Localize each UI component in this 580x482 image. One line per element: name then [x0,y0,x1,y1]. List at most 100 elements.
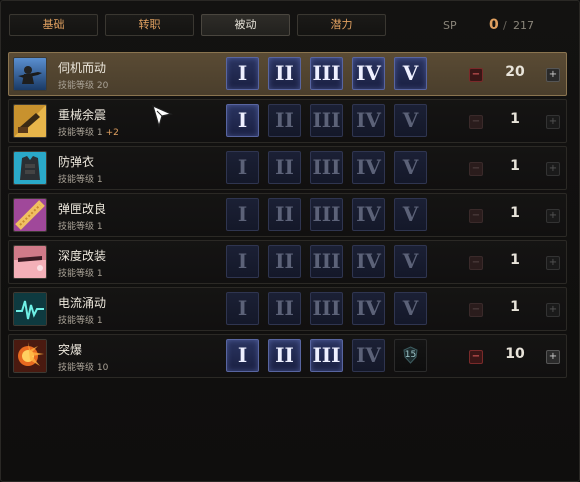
increase-level-button[interactable]: + [546,68,560,82]
skill-row[interactable]: 伺机而动 技能等级 20 I II III IV V −20 + [8,52,567,96]
skill-level-count: 1 [510,252,520,268]
tier-button[interactable]: V [394,245,427,278]
tier-button[interactable]: II [268,104,301,137]
skill-level-text: 技能等级 1 [58,269,103,279]
skill-level-count: 1 [510,205,520,221]
tier-button[interactable]: V [394,57,427,90]
skill-row[interactable]: 深度改装 技能等级 1 I II III IV V −1 + [8,240,567,284]
skill-row[interactable]: 电流涌动 技能等级 1 I II III IV V −1 + [8,287,567,331]
tier-button[interactable]: I [226,57,259,90]
decrease-level-button[interactable]: − [469,115,483,129]
skill-level-count: 1 [510,299,520,315]
sp-counter: SP 0 / 217 [443,17,563,35]
tier-button[interactable]: I [226,245,259,278]
tier-button[interactable]: II [268,151,301,184]
tier-button[interactable]: IV [352,151,385,184]
skill-level-bonus: +2 [105,128,119,138]
skill-level: 技能等级 1 [58,172,103,185]
tier-button[interactable]: V [394,151,427,184]
decrease-level-button[interactable]: − [469,303,483,317]
skill-level-text: 技能等级 10 [58,363,109,373]
tier-button[interactable]: III [310,245,343,278]
tier-button[interactable]: IV [352,198,385,231]
skill-row[interactable]: 突爆 技能等级 10 I II III IV 15−10 + [8,334,567,378]
decrease-level-button[interactable]: − [469,209,483,223]
magazine-icon [13,198,47,232]
increase-level-button[interactable]: + [546,350,560,364]
tier-button[interactable]: III [310,57,343,90]
vest-icon [13,151,47,185]
tab-basic[interactable]: 基础 [9,14,98,36]
tier-button[interactable]: IV [352,245,385,278]
tier-button[interactable]: V [394,198,427,231]
tier-button[interactable]: V [394,292,427,325]
tier-button[interactable]: I [226,198,259,231]
tier-button[interactable]: I [226,339,259,372]
tier-unlock-level: 15 [404,350,417,360]
skill-level-text: 技能等级 1 [58,128,103,138]
skill-name: 电流涌动 [58,296,107,310]
sp-label: SP [443,19,457,32]
tier-button[interactable]: I [226,292,259,325]
tier-button[interactable]: II [268,198,301,231]
tier-button[interactable]: IV [352,104,385,137]
tier-locked-button[interactable]: 15 [394,339,427,372]
tier-button[interactable]: IV [352,339,385,372]
skill-name: 伺机而动 [58,61,107,75]
tab-advancement[interactable]: 转职 [105,14,194,36]
tier-button[interactable]: II [268,57,301,90]
skill-level-text: 技能等级 1 [58,316,103,326]
tier-button[interactable]: I [226,151,259,184]
increase-level-button[interactable]: + [546,256,560,270]
skill-level: 技能等级 10 [58,360,108,373]
modify-icon [13,245,47,279]
decrease-level-button[interactable]: − [469,162,483,176]
skill-name: 重械余震 [58,108,107,122]
skill-name: 防弹衣 [58,155,95,169]
tier-button[interactable]: II [268,339,301,372]
skill-row[interactable]: 防弹衣 技能等级 1 I II III IV V −1 + [8,146,567,190]
tier-button[interactable]: IV [352,292,385,325]
tier-button[interactable]: II [268,245,301,278]
tab-potential[interactable]: 潜力 [297,14,386,36]
skill-level-count: 1 [510,158,520,174]
increase-level-button[interactable]: + [546,303,560,317]
tier-button[interactable]: III [310,339,343,372]
skill-row[interactable]: 重械余震 技能等级 1 +2 I II III IV V −1 + [8,99,567,143]
tab-passive[interactable]: 被动 [201,14,290,36]
sp-slash: / [503,19,507,32]
skill-level-count: 20 [505,64,525,80]
skill-row[interactable]: 弹匣改良 技能等级 1 I II III IV V −1 + [8,193,567,237]
skill-name: 深度改装 [58,249,107,263]
sniper-icon [13,57,47,91]
tier-button[interactable]: III [310,198,343,231]
sp-total: 217 [513,19,534,32]
tier-button[interactable]: III [310,151,343,184]
tier-button[interactable]: III [310,292,343,325]
tier-button[interactable]: V [394,104,427,137]
skill-name: 突爆 [58,343,83,357]
skill-level-count: 10 [505,346,525,362]
burst-icon [13,339,47,373]
skill-level: 技能等级 1 [58,219,103,232]
increase-level-button[interactable]: + [546,115,560,129]
increase-level-button[interactable]: + [546,162,560,176]
skill-level: 技能等级 1 [58,266,103,279]
skill-level: 技能等级 1 [58,313,103,326]
increase-level-button[interactable]: + [546,209,560,223]
tier-button[interactable]: I [226,104,259,137]
mouse-cursor-icon [152,104,173,129]
decrease-level-button[interactable]: − [469,350,483,364]
tier-button[interactable]: III [310,104,343,137]
skill-level: 技能等级 20 [58,78,108,91]
current-icon [13,292,47,326]
tier-button[interactable]: II [268,292,301,325]
decrease-level-button[interactable]: − [469,68,483,82]
heavy-weapon-icon [13,104,47,138]
skill-level-text: 技能等级 20 [58,81,109,91]
skill-level-text: 技能等级 1 [58,175,103,185]
decrease-level-button[interactable]: − [469,256,483,270]
sp-current: 0 [489,17,499,33]
tier-button[interactable]: IV [352,57,385,90]
skill-name: 弹匣改良 [58,202,107,216]
